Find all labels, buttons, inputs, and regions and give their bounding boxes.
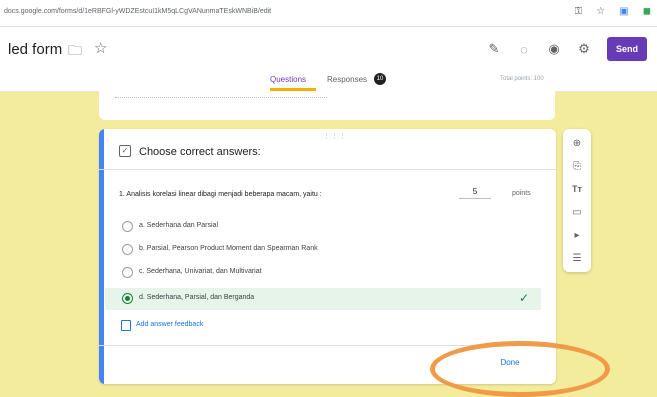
previous-question-card[interactable] — [99, 91, 555, 120]
total-points: Total points: 100 — [500, 76, 544, 82]
forms-header: led form 🗀 ☆ ✎ ◌ ◉ ⚙ Send — [0, 27, 657, 71]
radio-button-selected[interactable] — [122, 293, 133, 304]
header-actions: ✎ ◌ ◉ ⚙ Send — [487, 37, 647, 61]
answer-option[interactable]: a. Sederhana dan Parsial — [105, 216, 541, 238]
answer-option[interactable]: b. Parsial, Pearson Product Moment dan S… — [105, 239, 541, 261]
side-toolbar: ⊕ ⎘ Tт ▭ ▸ ☰ — [563, 129, 591, 272]
extensions-icon[interactable]: ▣ — [619, 6, 628, 18]
settings-icon[interactable]: ⚙ — [577, 41, 591, 57]
option-label: a. Sederhana dan Parsial — [139, 222, 218, 229]
option-label: b. Parsial, Pearson Product Moment dan S… — [139, 245, 318, 252]
question-text: 1. Analisis korelasi linear dibagi menja… — [119, 191, 322, 198]
send-button[interactable]: Send — [607, 37, 647, 61]
points-label: points — [512, 190, 531, 197]
add-image-icon[interactable]: ▭ — [568, 207, 586, 218]
answer-option[interactable]: c. Sederhana, Univariat, dan Multivariat — [105, 262, 541, 284]
eye-icon[interactable]: ◉ — [547, 41, 561, 57]
option-label: c. Sederhana, Univariat, dan Multivariat — [139, 268, 262, 275]
answer-key-header: Choose correct answers: — [139, 146, 261, 158]
import-questions-icon[interactable]: ⎘ — [568, 161, 586, 172]
star-icon[interactable]: ☆ — [94, 39, 107, 57]
divider — [99, 169, 556, 170]
add-title-icon[interactable]: Tт — [568, 184, 586, 194]
add-video-icon[interactable]: ▸ — [568, 230, 586, 241]
add-question-icon[interactable]: ⊕ — [568, 138, 586, 149]
form-title[interactable]: led form — [8, 41, 62, 58]
tab-questions[interactable]: Questions — [270, 75, 306, 84]
tabs-bar: Questions Responses 10 Total points: 100 — [0, 71, 657, 92]
url-text[interactable]: docs.google.com/forms/d/1eRBFGl-yWDZEstc… — [4, 8, 271, 15]
preview-icon[interactable]: ◌ — [517, 42, 531, 57]
key-icon[interactable]: ⚿ — [575, 6, 583, 18]
points-input[interactable]: 5 — [459, 187, 491, 199]
radio-button[interactable] — [122, 221, 133, 232]
browser-icons: ⚿ ☆ ▣ ◼ — [575, 6, 651, 18]
tab-responses[interactable]: Responses — [327, 75, 367, 84]
star-icon[interactable]: ☆ — [596, 6, 605, 18]
profile-icon[interactable]: ◼ — [643, 6, 651, 18]
add-answer-feedback-link[interactable]: Add answer feedback — [136, 321, 203, 328]
option-label: d. Sederhana, Parsial, dan Berganda — [139, 294, 255, 301]
feedback-icon — [121, 320, 131, 331]
checkmark-icon: ✓ — [518, 291, 529, 305]
radio-button[interactable] — [122, 267, 133, 278]
radio-button[interactable] — [122, 244, 133, 255]
browser-address-bar[interactable]: docs.google.com/forms/d/1eRBFGl-yWDZEstc… — [0, 0, 657, 27]
folder-icon[interactable]: 🗀 — [68, 40, 82, 64]
answer-key-icon: ✓ — [119, 145, 131, 157]
add-section-icon[interactable]: ☰ — [568, 253, 586, 264]
drag-handle-icon[interactable]: ⋮⋮⋮ — [323, 132, 347, 140]
responses-count-badge: 10 — [374, 73, 386, 85]
palette-icon[interactable]: ✎ — [487, 41, 501, 57]
answer-option-correct[interactable]: d. Sederhana, Parsial, dan Berganda ✓ — [105, 288, 541, 310]
divider — [115, 97, 327, 98]
